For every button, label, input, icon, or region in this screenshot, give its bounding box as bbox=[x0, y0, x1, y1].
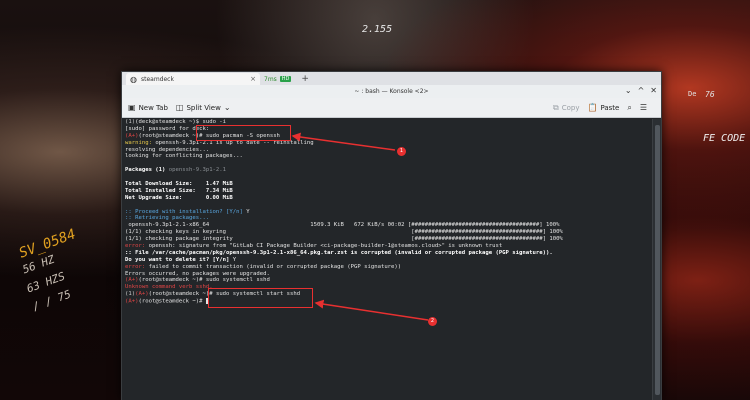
terminal-text: (root@steamdeck ~)# sudo systemctl sshd bbox=[138, 277, 270, 284]
search-icon: ⌕ bbox=[627, 102, 632, 112]
terminal-line: (A+)(root@steamdeck ~)# sudo systemctl s… bbox=[125, 277, 649, 284]
terminal-text: (1/1) checking keys in keyring [########… bbox=[125, 229, 563, 236]
terminal-text: openssh-9.3p1-2.1 bbox=[168, 167, 227, 174]
terminal-text: Unknown command verb sshd. bbox=[125, 284, 213, 291]
highlight-box-pacman bbox=[196, 125, 291, 141]
terminal-text: Errors occurred, no packages were upgrad… bbox=[125, 270, 270, 277]
konsole-toolbar: ▣ New Tab ◫ Split View ⌄ ⧉ Copy 📋 Paste … bbox=[122, 98, 661, 118]
terminal-text: resolving dependencies... bbox=[125, 146, 210, 153]
paste-icon: 📋 bbox=[587, 103, 598, 112]
terminal-text: Y bbox=[246, 208, 250, 215]
terminal-text: Packages (1) bbox=[125, 167, 169, 174]
terminal-text: error: bbox=[125, 243, 149, 250]
terminal-line: error: openssh: signature from "GitLab C… bbox=[125, 243, 649, 250]
wallpaper-text: De bbox=[688, 90, 697, 98]
terminal-text: Do you want to delete it? [Y/n] bbox=[125, 256, 233, 263]
wallpaper-text: FE CODE bbox=[703, 133, 746, 144]
paste-button[interactable]: 📋 Paste bbox=[587, 103, 619, 112]
new-tab-icon: ▣ bbox=[128, 103, 136, 112]
close-icon[interactable]: × bbox=[250, 75, 256, 83]
terminal-line: :: Retrieving packages... bbox=[125, 215, 649, 222]
connection-status: 7ms HD bbox=[260, 73, 295, 85]
new-browser-tab-button[interactable]: + bbox=[295, 73, 315, 85]
hamburger-icon: ☰ bbox=[639, 103, 647, 112]
latency-text: 7ms bbox=[264, 75, 277, 83]
terminal-text: error: bbox=[125, 263, 149, 270]
terminal-text: (A+) bbox=[125, 277, 139, 284]
window-titlebar[interactable]: ~ : bash — Konsole <2> ⌄ ^ ✕ bbox=[122, 85, 661, 98]
terminal-text: openssh-9.3p1-2.1-x86_64 1509.3 KiB 672 … bbox=[125, 222, 560, 229]
wallpaper-text: 76 bbox=[705, 90, 715, 99]
terminal-text: warning: bbox=[125, 139, 156, 146]
terminal-line: (1/1) checking package integrity [######… bbox=[125, 236, 649, 243]
close-icon[interactable]: ✕ bbox=[650, 86, 657, 96]
new-tab-label: New Tab bbox=[138, 103, 168, 112]
terminal-text: :: File /var/cache/pacman/pkg/openssh-9.… bbox=[125, 249, 553, 256]
terminal-line: (A+)(root@steamdeck ~)# bbox=[125, 298, 649, 305]
terminal-line: looking for conflicting packages... bbox=[125, 153, 649, 160]
copy-icon: ⧉ bbox=[552, 102, 559, 112]
terminal-line: Do you want to delete it? [Y/n] Y bbox=[125, 257, 649, 264]
terminal-line: Errors occurred, no packages were upgrad… bbox=[125, 271, 649, 278]
copy-button[interactable]: ⧉ Copy bbox=[553, 103, 579, 113]
split-view-label: Split View bbox=[186, 103, 221, 112]
terminal-line: Net Upgrade Size: 0.00 MiB bbox=[125, 195, 649, 202]
split-view-button[interactable]: ◫ Split View ⌄ bbox=[176, 103, 231, 112]
terminal-line: Total Download Size: 1.47 MiB bbox=[125, 181, 649, 188]
annotation-marker-1: 1 bbox=[397, 147, 406, 156]
terminal-text: (A+) bbox=[125, 132, 139, 139]
terminal-text: Total Download Size: 1.47 MiB bbox=[125, 181, 233, 188]
maximize-icon[interactable]: ^ bbox=[638, 86, 645, 96]
terminal-text: Total Installed Size: 7.34 MiB bbox=[125, 187, 233, 194]
terminal-text: (A+) bbox=[135, 291, 149, 298]
minimize-icon[interactable]: ⌄ bbox=[625, 86, 632, 96]
new-tab-button[interactable]: ▣ New Tab bbox=[128, 103, 168, 112]
browser-tab-label: steamdeck bbox=[140, 75, 174, 83]
terminal-text: :: Proceed with installation? [Y/n] bbox=[125, 208, 247, 215]
terminal-text: Y bbox=[232, 256, 237, 263]
terminal-scrollbar[interactable] bbox=[652, 119, 661, 400]
window-controls: ⌄ ^ ✕ bbox=[625, 86, 657, 96]
terminal-text: looking for conflicting packages... bbox=[125, 153, 243, 160]
globe-icon: ◍ bbox=[130, 74, 137, 84]
terminal-text: :: Retrieving packages... bbox=[125, 215, 210, 222]
terminal-text: (1/1) checking package integrity [######… bbox=[125, 236, 563, 243]
copy-label: Copy bbox=[561, 103, 580, 112]
terminal-line: :: Proceed with installation? [Y/n] Y bbox=[125, 209, 649, 216]
terminal-line: Unknown command verb sshd. bbox=[125, 284, 649, 291]
terminal-line: :: File /var/cache/pacman/pkg/openssh-9.… bbox=[125, 250, 649, 257]
search-button[interactable]: ⌕ bbox=[627, 103, 631, 113]
konsole-window: ◍ steamdeck × 7ms HD + ~ : bash — Konsol… bbox=[121, 71, 662, 400]
menu-button[interactable]: ☰ bbox=[640, 103, 647, 112]
terminal-text: Net Upgrade Size: 0.00 MiB bbox=[125, 194, 233, 201]
terminal-line: (1/1) checking keys in keyring [########… bbox=[125, 229, 649, 236]
terminal-text: failed to commit transaction (invalid or… bbox=[148, 263, 402, 270]
terminal-text: (1) bbox=[125, 291, 136, 298]
terminal-output[interactable]: (1)(deck@steamdeck ~)$ sudo -i [sudo] pas… bbox=[122, 119, 652, 400]
terminal-text: (root@steamdeck ~)# bbox=[138, 298, 206, 305]
terminal-line: error: failed to commit transaction (inv… bbox=[125, 264, 649, 271]
scrollbar-thumb[interactable] bbox=[655, 125, 660, 395]
quality-badge: HD bbox=[279, 76, 292, 82]
terminal-line: (1)(A+)(root@steamdeck ~)# sudo systemct… bbox=[125, 291, 649, 298]
terminal-line: openssh-9.3p1-2.1-x86_64 1509.3 KiB 672 … bbox=[125, 222, 649, 229]
highlight-box-systemctl bbox=[208, 288, 313, 308]
terminal-text: openssh: signature from "GitLab CI Packa… bbox=[148, 243, 503, 250]
split-view-icon: ◫ bbox=[175, 103, 184, 112]
wallpaper-text: 2.155 bbox=[362, 24, 393, 35]
browser-tab-strip: ◍ steamdeck × 7ms HD + bbox=[122, 72, 661, 85]
window-title: ~ : bash — Konsole <2> bbox=[354, 88, 429, 95]
terminal-line: Total Installed Size: 7.34 MiB bbox=[125, 188, 649, 195]
terminal-line: Packages (1) openssh-9.3p1-2.1 bbox=[125, 167, 649, 174]
terminal-line: resolving dependencies... bbox=[125, 147, 649, 154]
terminal-text: (A+) bbox=[125, 298, 139, 305]
chevron-down-icon: ⌄ bbox=[223, 103, 231, 112]
annotation-marker-2: 2 bbox=[428, 317, 437, 326]
terminal-text: (1) bbox=[125, 119, 136, 125]
paste-label: Paste bbox=[600, 103, 620, 112]
browser-tab[interactable]: ◍ steamdeck × bbox=[126, 73, 260, 85]
